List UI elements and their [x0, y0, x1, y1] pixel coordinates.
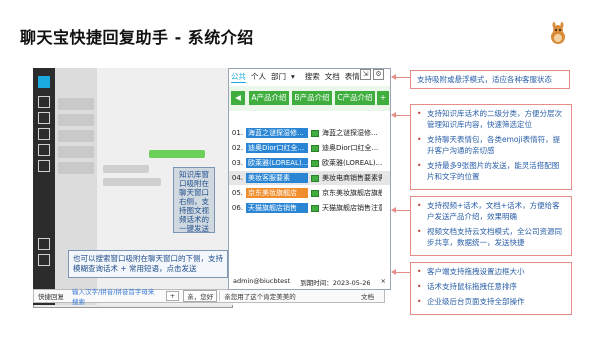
nav-icon[interactable] [38, 254, 50, 266]
page-title: 聊天宝快捷回复助手 - 系统介绍 [20, 28, 254, 47]
list-item[interactable]: 02. 迪奥Dior口红全... 迪奥Dior口红全... [229, 141, 390, 155]
back-arrow-icon[interactable]: ◀ [231, 91, 245, 105]
tab-public[interactable]: 公共 [231, 71, 246, 83]
row-number: 05. [231, 189, 243, 197]
phrase-item[interactable]: 亲您用了这个肯定美美的 [219, 291, 351, 301]
row-text[interactable]: 欧莱雅(LOREAL)... [322, 158, 382, 168]
panel-status-bar: admin@biucbtest 到期时间：2023-05-26 × [229, 277, 390, 288]
close-icon[interactable]: × [381, 277, 386, 288]
arrow-line [394, 210, 410, 211]
callout-item: 支持视频+话术，文档+话术，方便给客户发送产品介绍，效果明确 [417, 200, 565, 222]
chat-nav-icon[interactable] [38, 76, 50, 88]
list-item[interactable] [58, 162, 94, 174]
image-icon [311, 189, 319, 197]
arrow-line [394, 115, 410, 116]
arrowhead-icon [391, 74, 396, 80]
list-item[interactable]: 04.美妆客服要素 美妆电商销售要素需要注... [229, 171, 390, 185]
row-number: 06. [231, 204, 243, 212]
callout-item: 支持知识库话术的二级分类，方便分层次管理知识库内容，快速筛选定位 [417, 108, 565, 130]
arrowhead-icon [391, 207, 396, 213]
image-icon [311, 159, 319, 167]
message-bubble [149, 150, 205, 158]
row-number: 01. [231, 129, 243, 137]
search-window-note: 也可以搜索窗口吸附在聊天窗口的下侧，支持模糊查询话术 + 常用短语，点击发送 [68, 250, 228, 278]
status-expiry: 到期时间：2023-05-26 [300, 279, 371, 287]
quick-reply-bar: 快捷回复 输入汉字/拼音/拼音首字母来搜索 + 亲，您好 亲您用了这个肯定美美的… [33, 286, 385, 306]
callout-item: 支持最多9张图片的发送，能灵活搭配图片和文字的位置 [417, 160, 565, 182]
cartoon-mascot-icon [546, 22, 570, 46]
arrow-line [394, 272, 410, 273]
callout-item: 话术支持鼠标拖拽任意排序 [417, 281, 565, 292]
message-bubble [103, 165, 149, 173]
chat-overlay-note: 知识库窗口吸附在聊天窗口右侧，支持图文视频话术的一键发送 [173, 167, 215, 233]
list-item[interactable] [58, 98, 94, 110]
add-category-button[interactable]: + [377, 91, 389, 105]
nav-icon[interactable] [38, 160, 50, 172]
list-item[interactable] [58, 130, 94, 142]
callout-bottom: 客户端支持拖拽设置边框大小 话术支持鼠标拖拽任意排序 企业级后台页面支持全部操作 [410, 262, 572, 315]
callout-middle: 支持知识库话术的二级分类，方便分层次管理知识库内容，快速筛选定位 支持聊天表情包… [410, 104, 572, 190]
contacts-nav-icon[interactable] [38, 96, 50, 108]
settings-icon[interactable]: ⚙ [373, 69, 384, 80]
row-number: 04. [231, 174, 243, 182]
panel-tool-icons: ⇲ ⚙ [360, 69, 388, 81]
tab-search[interactable]: 搜索 [305, 71, 320, 83]
nav-icon[interactable] [38, 144, 50, 156]
nav-icon[interactable] [38, 238, 50, 250]
row-tag[interactable]: 欧莱雅(LOREAL)... [246, 158, 308, 168]
tab-department[interactable]: 部门 ▾ [271, 71, 300, 83]
row-number: 02. [231, 144, 243, 152]
callout-item: 支持聊天表情包，各类emoji表情符，提升客户沟通的亲切感 [417, 134, 565, 156]
callout-top: 支持吸附或悬浮模式，适应各种客服状态 [410, 70, 570, 89]
image-icon [311, 144, 319, 152]
doc-link[interactable]: 文档 [351, 291, 384, 301]
search-input[interactable]: 输入汉字/拼音/拼音首字母来搜索 [68, 286, 164, 306]
callout-lower: 支持视频+话术，文档+话术，方便给客户发送产品介绍，效果明确 视频文档支持云文档… [410, 196, 572, 256]
list-item[interactable]: 05.京东美妆旗舰店 京东美妆旗舰店旗舰... [229, 186, 390, 200]
quick-phrase-button[interactable]: 亲，您好 [183, 290, 218, 302]
arrowhead-icon [391, 112, 396, 118]
row-text[interactable]: 迪奥Dior口红全... [322, 143, 382, 153]
list-item[interactable] [58, 146, 94, 158]
row-tag[interactable]: 美妆客服要素 [246, 173, 308, 183]
quick-reply-label: 快捷回复 [38, 293, 64, 301]
list-item[interactable]: 03. 欧莱雅(LOREAL)... 欧莱雅(LOREAL)... [229, 156, 390, 170]
row-number: 03. [231, 159, 243, 167]
pin-icon[interactable]: ⇲ [360, 69, 371, 80]
message-bubble [103, 178, 161, 186]
tab-docs[interactable]: 文档 [325, 71, 340, 83]
category-button-c[interactable]: C产品介绍 [335, 91, 375, 105]
arrowhead-icon [391, 269, 396, 275]
row-text[interactable]: 京东美妆旗舰店旗舰... [322, 188, 382, 198]
chat-sidebar [33, 68, 55, 305]
row-tag[interactable]: 京东美妆旗舰店 [246, 188, 308, 198]
row-text[interactable]: 天猫旗舰店销售注意... [322, 203, 382, 213]
chevron-down-icon: ▾ [291, 72, 295, 81]
callout-item: 企业级后台页面支持全部操作 [417, 296, 565, 307]
row-tag[interactable]: 天猫旗舰店销售 [246, 203, 308, 213]
nav-icon[interactable] [38, 128, 50, 140]
add-button[interactable]: + [165, 291, 180, 301]
list-item[interactable]: 06.天猫旗舰店销售 天猫旗舰店销售注意... [229, 201, 390, 215]
arrow-line [394, 77, 410, 78]
list-item[interactable]: 01. 海蓝之谜探湿修... 海蓝之谜探湿修... [229, 126, 390, 140]
row-tag[interactable]: 海蓝之谜探湿修... [246, 128, 308, 138]
tab-emoji[interactable]: 表情 [345, 71, 360, 83]
row-text[interactable]: 美妆电商销售要素需要注... [322, 173, 382, 183]
status-user: admin@biucbtest [233, 277, 291, 285]
category-button-b[interactable]: B产品介绍 [292, 91, 332, 105]
callout-item: 客户端支持拖拽设置边框大小 [417, 266, 565, 277]
nav-icon[interactable] [38, 112, 50, 124]
image-icon [311, 174, 319, 182]
row-text[interactable]: 海蓝之谜探湿修... [322, 128, 382, 138]
callout-item: 视频文档支持云文档模式，全公司资源同步共享，数据统一，发送快捷 [417, 226, 565, 248]
category-button-a[interactable]: A产品介绍 [249, 91, 289, 105]
row-tag[interactable]: 迪奥Dior口红全... [246, 143, 308, 153]
tab-personal[interactable]: 个人 [251, 71, 266, 83]
image-icon [311, 129, 319, 137]
panel-tabs: 公共 个人 部门 ▾ 搜索 文档 表情 [231, 71, 365, 83]
image-icon [311, 204, 319, 212]
list-item[interactable] [58, 114, 94, 126]
